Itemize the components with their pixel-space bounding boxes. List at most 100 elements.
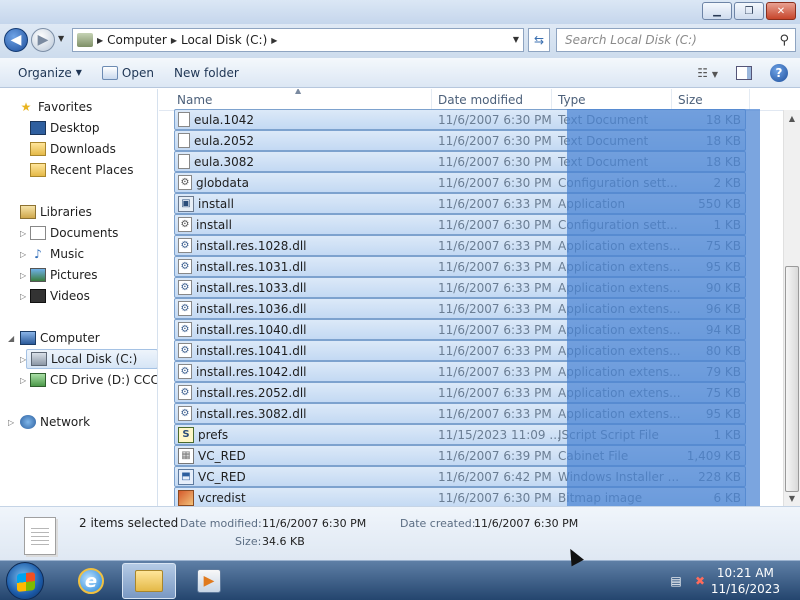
organize-label: Organize — [18, 65, 72, 80]
open-button[interactable]: Open — [92, 61, 164, 85]
search-box[interactable]: ⚲ — [556, 28, 796, 52]
file-row[interactable]: ⚙ install.res.1042.dll 11/6/2007 6:33 PM Ap… — [174, 361, 746, 382]
nav-desktop[interactable]: Desktop — [30, 118, 100, 138]
file-row[interactable]: eula.1042 11/6/2007 6:30 PM Text Document 1… — [174, 109, 746, 130]
media-player-icon: ▶ — [197, 569, 221, 593]
collapse-arrow-icon[interactable]: ◢ — [8, 334, 14, 343]
nav-libraries[interactable]: Libraries — [20, 202, 92, 222]
dll-file-icon: ⚙ — [178, 364, 192, 379]
nav-pictures[interactable]: Pictures — [30, 265, 98, 285]
breadcrumb-separator-icon[interactable]: ▶ — [171, 36, 177, 45]
expand-arrow-icon[interactable]: ▷ — [20, 250, 26, 259]
file-date-modified: 11/15/2023 11:09 ... — [438, 427, 561, 442]
nav-videos[interactable]: Videos — [30, 286, 90, 306]
refresh-button[interactable]: ⇆ — [528, 28, 550, 52]
expand-arrow-icon[interactable]: ▷ — [20, 376, 26, 385]
file-date-modified: 11/6/2007 6:33 PM — [438, 301, 552, 316]
expand-arrow-icon[interactable]: ▷ — [20, 271, 26, 280]
file-row[interactable]: eula.3082 11/6/2007 6:30 PM Text Document 1… — [174, 151, 746, 172]
file-row[interactable]: ⚙ install.res.1033.dll 11/6/2007 6:33 PM Ap… — [174, 277, 746, 298]
vertical-scrollbar[interactable]: ▲ ▼ — [783, 110, 800, 506]
breadcrumb-computer[interactable]: Computer — [107, 33, 167, 47]
column-header-size[interactable]: Size — [672, 89, 750, 111]
file-name-cell: ⚙ install.res.1031.dll — [175, 259, 431, 274]
file-row[interactable]: ⚙ install.res.1036.dll 11/6/2007 6:33 PM Ap… — [174, 298, 746, 319]
close-button[interactable]: ✕ — [766, 2, 796, 20]
nav-recent-places[interactable]: Recent Places — [30, 160, 133, 180]
start-button[interactable] — [6, 562, 44, 600]
column-header-name[interactable]: Name — [171, 89, 432, 111]
column-header-type[interactable]: Type — [552, 89, 672, 111]
breadcrumb-separator-icon[interactable]: ▶ — [271, 36, 277, 45]
address-dropdown-icon[interactable]: ▼ — [513, 35, 519, 44]
file-row[interactable]: ⬒ VC_RED 11/6/2007 6:42 PM Windows Installe… — [174, 466, 746, 487]
file-row[interactable]: ▦ VC_RED 11/6/2007 6:39 PM Cabinet File 1,40… — [174, 445, 746, 466]
file-date-modified: 11/6/2007 6:30 PM — [438, 133, 552, 148]
title-bar[interactable]: ▁ ❐ ✕ — [0, 0, 800, 24]
expand-arrow-icon[interactable]: ▷ — [8, 418, 14, 427]
recent-pages-dropdown[interactable]: ▼ — [58, 34, 64, 43]
file-name: eula.3082 — [194, 154, 255, 169]
back-button[interactable]: ◀ — [4, 28, 28, 52]
file-size: 2 KB — [713, 175, 741, 190]
expand-arrow-icon[interactable]: ▷ — [20, 292, 26, 301]
preview-pane-icon[interactable] — [736, 66, 752, 80]
nav-favorites[interactable]: ★ Favorites — [18, 97, 93, 117]
taskbar-windows-explorer[interactable] — [122, 563, 176, 599]
expand-arrow-icon[interactable]: ▷ — [20, 229, 26, 238]
nav-documents[interactable]: Documents — [30, 223, 118, 243]
volume-muted-icon[interactable]: ✖ — [692, 573, 708, 589]
file-row[interactable]: vcredist 11/6/2007 6:30 PM Bitmap image 6 K… — [174, 487, 746, 506]
network-tray-icon[interactable]: ▤ — [668, 573, 684, 589]
text-document-icon — [178, 112, 190, 127]
file-name-cell: vcredist — [175, 489, 431, 506]
nav-music[interactable]: ♪ Music — [30, 244, 84, 264]
taskbar-internet-explorer[interactable]: e — [64, 563, 118, 599]
file-row[interactable]: ⚙ install.res.1041.dll 11/6/2007 6:33 PM Ap… — [174, 340, 746, 361]
scroll-up-icon[interactable]: ▲ — [784, 110, 800, 126]
new-folder-button[interactable]: New folder — [164, 61, 249, 85]
scroll-thumb[interactable] — [785, 266, 799, 492]
organize-button[interactable]: Organize ▼ — [8, 61, 92, 85]
size-label: Size: — [235, 535, 262, 548]
scroll-down-icon[interactable]: ▼ — [784, 490, 800, 506]
taskbar-media-player[interactable]: ▶ — [182, 563, 236, 599]
search-icon[interactable]: ⚲ — [779, 33, 789, 48]
nav-local-disk[interactable]: Local Disk (C:) — [26, 349, 157, 369]
file-name-cell: ⚙ install.res.1033.dll — [175, 280, 431, 295]
column-header-date-modified[interactable]: Date modified — [432, 89, 552, 111]
file-row[interactable]: ⚙ install.res.1040.dll 11/6/2007 6:33 PM Ap… — [174, 319, 746, 340]
nav-computer[interactable]: Computer — [20, 328, 100, 348]
file-list-pane: ▲ Name Date modified Type Size eula.1042… — [159, 89, 800, 506]
system-clock[interactable]: 10:21 AM 11/16/2023 — [711, 565, 780, 597]
file-row[interactable]: ⚙ install.res.2052.dll 11/6/2007 6:33 PM Ap… — [174, 382, 746, 403]
file-row[interactable]: ⚙ install.res.1031.dll 11/6/2007 6:33 PM Ap… — [174, 256, 746, 277]
minimize-button[interactable]: ▁ — [702, 2, 732, 20]
nav-downloads[interactable]: Downloads — [30, 139, 116, 159]
file-type: Bitmap image — [558, 490, 643, 505]
file-row[interactable]: Sprefs 11/15/2023 11:09 ... JScript Script… — [174, 424, 746, 445]
file-row[interactable]: ⚙ globdata 11/6/2007 6:30 PM Configuration … — [174, 172, 746, 193]
desktop-icon — [30, 121, 46, 135]
file-type: Application extens... — [558, 385, 681, 400]
file-row[interactable]: ⚙ install.res.1028.dll 11/6/2007 6:33 PM Ap… — [174, 235, 746, 256]
address-bar[interactable]: ▶ Computer ▶ Local Disk (C:) ▶ ▼ — [72, 28, 524, 52]
change-view-button[interactable]: ☷ ▼ — [697, 66, 718, 80]
file-row[interactable]: ⚙ install 11/6/2007 6:30 PM Configuration s… — [174, 214, 746, 235]
breadcrumb-local-disk[interactable]: Local Disk (C:) — [181, 33, 267, 47]
forward-button[interactable]: ▶ — [31, 28, 55, 52]
help-icon[interactable]: ? — [770, 64, 788, 82]
search-input[interactable] — [565, 33, 765, 47]
file-row[interactable]: ▣ install 11/6/2007 6:33 PM Application 550 … — [174, 193, 746, 214]
maximize-button[interactable]: ❐ — [734, 2, 764, 20]
nav-cd-drive[interactable]: CD Drive (D:) CCCOI — [30, 370, 157, 390]
file-date-modified: 11/6/2007 6:39 PM — [438, 448, 552, 463]
file-row[interactable]: eula.2052 11/6/2007 6:30 PM Text Document 1… — [174, 130, 746, 151]
file-size: 1 KB — [713, 217, 741, 232]
column-header-row: ▲ Name Date modified Type Size — [159, 89, 800, 111]
file-size: 18 KB — [705, 112, 741, 127]
nav-network[interactable]: Network — [20, 412, 90, 432]
file-type: Configuration sett... — [558, 217, 678, 232]
breadcrumb-separator-icon[interactable]: ▶ — [97, 36, 103, 45]
file-row[interactable]: ⚙ install.res.3082.dll 11/6/2007 6:33 PM Ap… — [174, 403, 746, 424]
